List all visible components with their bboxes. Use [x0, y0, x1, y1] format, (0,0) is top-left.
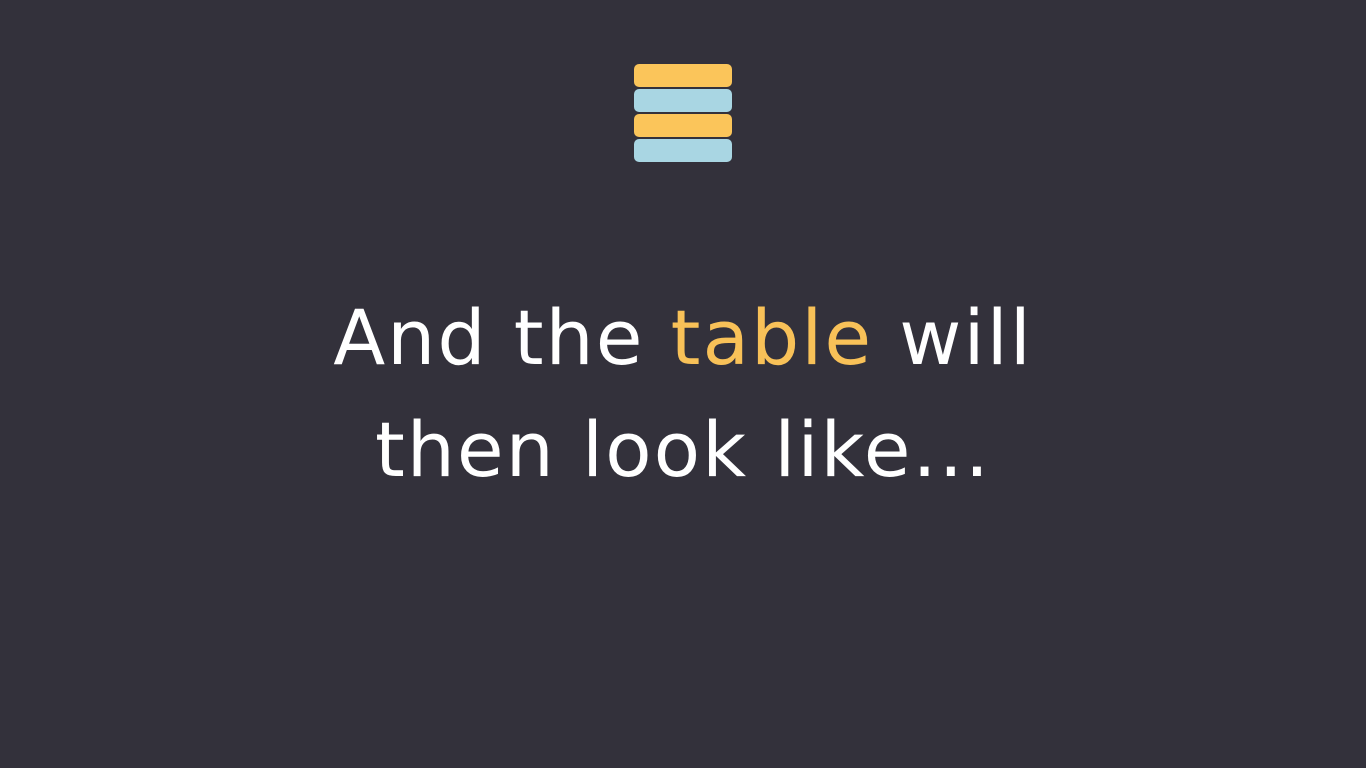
caption-line-1: And the table will [0, 282, 1366, 394]
table-stack-icon [634, 64, 732, 164]
caption-text: And the [333, 293, 671, 382]
caption-highlight-word: table [670, 293, 874, 382]
caption-line-2: then look like... [374, 405, 992, 494]
stack-bar-icon [634, 114, 732, 137]
slide: And the table will then look like... [0, 0, 1366, 768]
stack-bar-icon [634, 64, 732, 87]
slide-caption: And the table will then look like... [0, 282, 1366, 506]
stack-bar-icon [634, 89, 732, 112]
stack-bar-icon [634, 139, 732, 162]
caption-text: will [873, 293, 1033, 382]
